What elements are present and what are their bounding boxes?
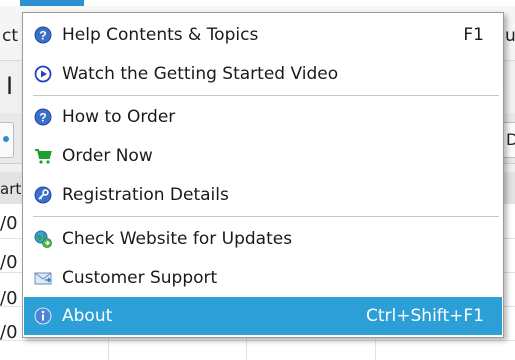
menu-item-registration-details[interactable]: Registration Details (24, 176, 502, 214)
menu-item-label: Check Website for Updates (62, 229, 293, 249)
menu-item-check-updates[interactable]: Check Website for Updates (24, 220, 502, 258)
menu-item-help-contents[interactable]: ? Help Contents & Topics F1 (24, 16, 502, 54)
menu-item-label: How to Order (62, 107, 176, 127)
menu-item-about[interactable]: About Ctrl+Shift+F1 (24, 297, 502, 335)
info-icon (34, 307, 52, 325)
help-icon: ? (34, 108, 52, 126)
globe-update-icon (34, 230, 52, 248)
grid-header-fragment[interactable]: art (0, 180, 21, 198)
menu-item-watch-video[interactable]: Watch the Getting Started Video (24, 55, 502, 93)
play-icon (34, 65, 52, 83)
envelope-icon (34, 269, 52, 287)
table-cell-date: /0 (0, 213, 18, 234)
svg-text:?: ? (39, 111, 46, 125)
help-dropdown-menu: ? Help Contents & Topics F1 Watch the Ge… (22, 12, 504, 338)
menu-item-label: Customer Support (62, 268, 218, 288)
menu-separator (33, 95, 499, 96)
right-toolbar-button-label: D (506, 130, 515, 149)
menu-item-label: About (62, 306, 113, 326)
toolbar-fragment: I (6, 72, 14, 100)
menu-item-label: Order Now (62, 146, 153, 166)
cart-icon (34, 147, 52, 165)
menu-item-shortcut: Ctrl+Shift+F1 (366, 306, 484, 326)
menu-bar-right-fragment[interactable]: u (505, 26, 515, 46)
menu-bar-fragment[interactable]: ct (2, 26, 18, 46)
key-icon (34, 186, 52, 204)
menu-separator (33, 216, 499, 217)
menu-item-customer-support[interactable]: Customer Support (24, 259, 502, 297)
menu-item-how-to-order[interactable]: ? How to Order (24, 98, 502, 136)
menu-item-shortcut: F1 (463, 25, 484, 45)
table-cell-date: /0 (0, 322, 18, 343)
menu-item-label: Help Contents & Topics (62, 25, 259, 45)
menu-item-label: Registration Details (62, 185, 229, 205)
menu-item-order-now[interactable]: Order Now (24, 137, 502, 175)
left-button-icon (3, 136, 9, 142)
menu-item-label: Watch the Getting Started Video (62, 64, 339, 84)
table-cell-date: /0 (0, 252, 18, 273)
help-icon: ? (34, 26, 52, 44)
svg-text:?: ? (39, 29, 46, 43)
